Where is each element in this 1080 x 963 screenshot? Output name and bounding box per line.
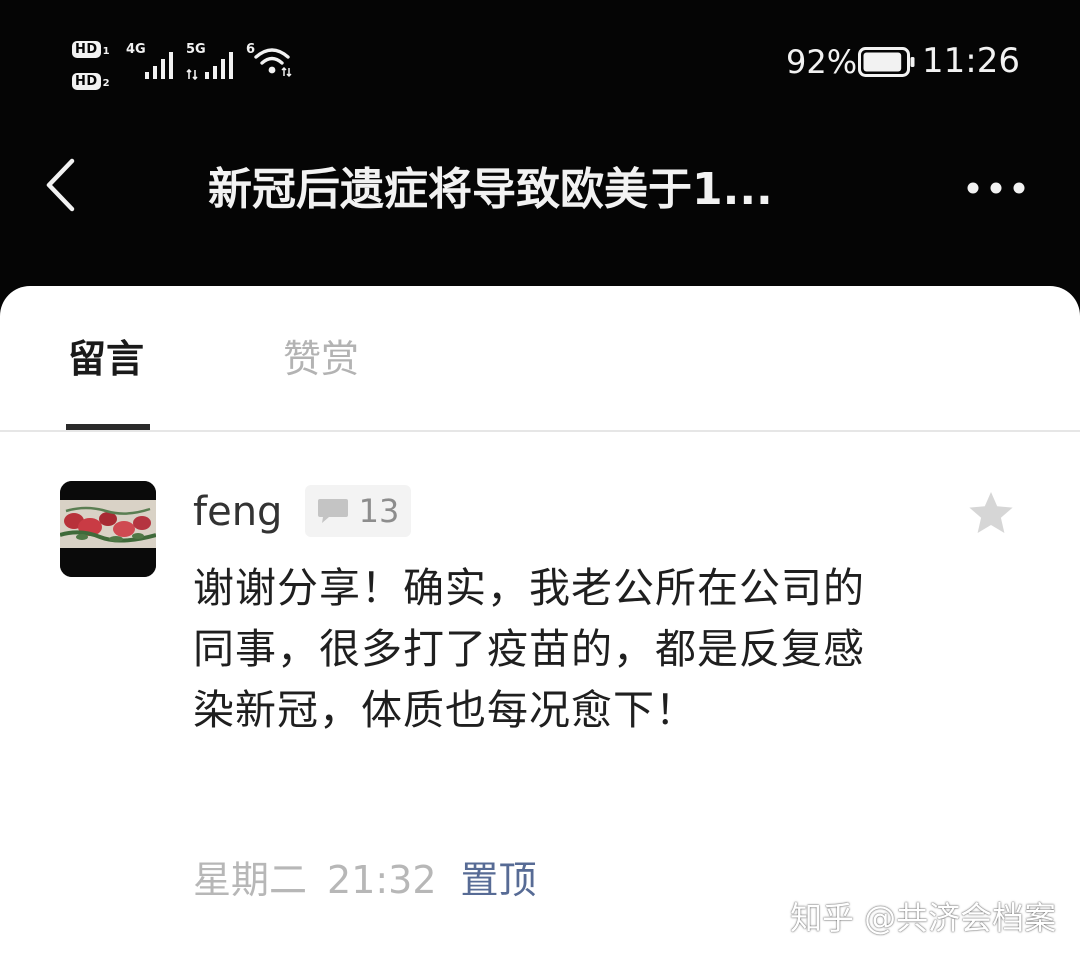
tab-appreciation[interactable]: 赞赏 xyxy=(283,336,359,382)
chevron-left-icon xyxy=(46,158,75,212)
hd-icon: HD 1 xyxy=(72,36,110,58)
wifi-icon: 6 xyxy=(246,40,294,80)
watermark: 知乎 @共济会档案 xyxy=(790,899,1057,937)
sim-indicators: HD 1 HD 2 xyxy=(72,36,118,92)
back-button[interactable] xyxy=(30,150,90,220)
signal-icon: 4G xyxy=(126,40,180,80)
sim1-label: HD xyxy=(72,41,101,58)
more-button[interactable] xyxy=(958,164,1034,212)
sim2-label: HD xyxy=(72,73,101,90)
clock: 11:26 xyxy=(922,41,1020,81)
comment-meta: 星期二 21:32 置顶 xyxy=(193,856,537,904)
comment-day: 星期二 xyxy=(193,858,308,902)
signal-icon: 5G xyxy=(186,40,242,80)
title-bar: 新冠后遗症将导致欧美于1... xyxy=(0,120,1080,286)
pin-button[interactable]: 置顶 xyxy=(461,858,537,902)
comment-time: 21:32 xyxy=(327,858,437,902)
network1-label: 4G xyxy=(126,42,146,57)
reply-count-badge[interactable]: 13 xyxy=(305,485,411,537)
page-title: 新冠后遗症将导致欧美于1... xyxy=(208,164,773,215)
comment-bubble-icon xyxy=(317,499,348,523)
star-icon xyxy=(969,492,1013,533)
status-bar: HD 1 HD 2 4G 5G 6 92% 11:26 xyxy=(0,0,1080,120)
avatar[interactable] xyxy=(60,481,156,577)
star-button[interactable] xyxy=(964,486,1018,540)
tab-bar: 留言 赞赏 xyxy=(0,286,1080,432)
author-name[interactable]: feng xyxy=(193,486,282,538)
active-tab-indicator xyxy=(66,424,150,430)
reply-count: 13 xyxy=(358,492,400,530)
hd-icon: HD 2 xyxy=(72,68,110,90)
avatar-image xyxy=(60,481,156,577)
battery-percent: 92% xyxy=(786,43,858,81)
sim1-slot: 1 xyxy=(102,46,110,57)
more-horizontal-icon xyxy=(967,182,1025,194)
sim2-slot: 2 xyxy=(102,78,110,89)
comments-sheet: 留言 赞赏 feng 13 谢谢分享！确实，我老公所在公司的同事，很多打了疫苗的… xyxy=(0,286,1080,963)
tab-comments[interactable]: 留言 xyxy=(68,336,144,382)
comment-text: 谢谢分享！确实，我老公所在公司的同事，很多打了疫苗的，都是反复感染新冠，体质也每… xyxy=(193,564,865,734)
battery-icon xyxy=(858,47,915,77)
